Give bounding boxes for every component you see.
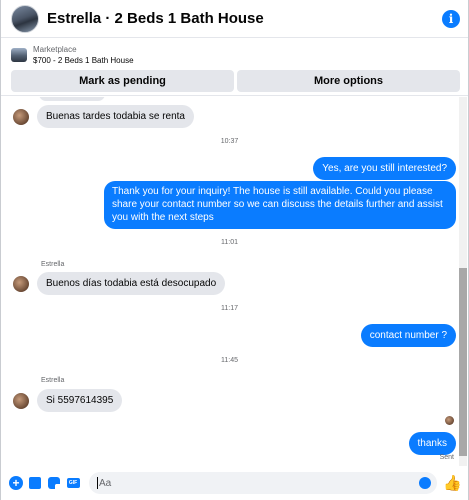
timestamp: 11:17: [221, 305, 238, 312]
sender-name: Estrella: [41, 377, 65, 384]
listing-name: $700 - 2 Beds 1 Bath House: [33, 56, 134, 65]
sticker-icon[interactable]: [47, 476, 61, 490]
listing-actions: Mark as pending More options: [11, 70, 460, 92]
seen-indicator-avatar: [445, 416, 454, 425]
contact-avatar[interactable]: [11, 4, 39, 33]
more-options-button[interactable]: More options: [237, 70, 460, 92]
listing-thumbnail: [11, 48, 27, 62]
message-input[interactable]: Aa: [89, 472, 438, 494]
scrollbar-thumb[interactable]: [459, 268, 467, 456]
chat-window: Estrella · 2 Beds 1 Bath House i Marketp…: [0, 0, 469, 500]
thread-scrollbar[interactable]: [459, 97, 467, 466]
message-incoming[interactable]: Si 5597614395: [37, 389, 123, 412]
sent-status: Sent: [439, 454, 454, 461]
text-caret: [97, 477, 98, 489]
timestamp: 10:37: [220, 138, 239, 145]
marketplace-listing: Marketplace $700 - 2 Beds 1 Bath House M…: [1, 39, 468, 96]
sender-name: Estrella: [41, 261, 65, 268]
message-composer: + GIF Aa 👍: [1, 466, 468, 500]
message-outgoing[interactable]: contact number ?: [360, 324, 456, 347]
plus-icon[interactable]: +: [9, 476, 23, 490]
photo-icon[interactable]: [28, 476, 42, 490]
chat-title[interactable]: Estrella · 2 Beds 1 Bath House: [47, 10, 442, 27]
thumbs-up-icon[interactable]: 👍: [443, 474, 462, 492]
chat-header: Estrella · 2 Beds 1 Bath House i: [1, 0, 468, 38]
listing-kind: Marketplace: [33, 45, 77, 54]
timestamp: 11:01: [221, 239, 238, 246]
message-outgoing[interactable]: thanks: [408, 432, 456, 455]
info-icon[interactable]: i: [442, 9, 460, 28]
message-bubble-partial: [39, 97, 105, 101]
timestamp: 11:45: [221, 357, 238, 364]
message-incoming[interactable]: Buenas tardes todabia se renta: [37, 105, 194, 128]
contact-avatar-small[interactable]: [13, 276, 29, 292]
contact-avatar-small[interactable]: [13, 393, 29, 409]
listing-text: Marketplace $700 - 2 Beds 1 Bath House: [33, 44, 134, 66]
emoji-icon[interactable]: [419, 477, 432, 489]
message-incoming[interactable]: Buenos días todabia está desocupado: [37, 272, 226, 295]
message-outgoing[interactable]: Thank you for your inquiry! The house is…: [104, 181, 456, 229]
gif-icon[interactable]: GIF: [66, 476, 80, 490]
message-outgoing[interactable]: Yes, are you still interested?: [313, 157, 456, 180]
contact-avatar-small[interactable]: [13, 109, 29, 125]
message-thread[interactable]: Buenas tardes todabia se renta 10:37 Yes…: [1, 97, 458, 466]
listing-summary[interactable]: Marketplace $700 - 2 Beds 1 Bath House: [11, 43, 460, 67]
message-input-placeholder: Aa: [99, 477, 112, 489]
mark-as-pending-button[interactable]: Mark as pending: [11, 70, 234, 92]
